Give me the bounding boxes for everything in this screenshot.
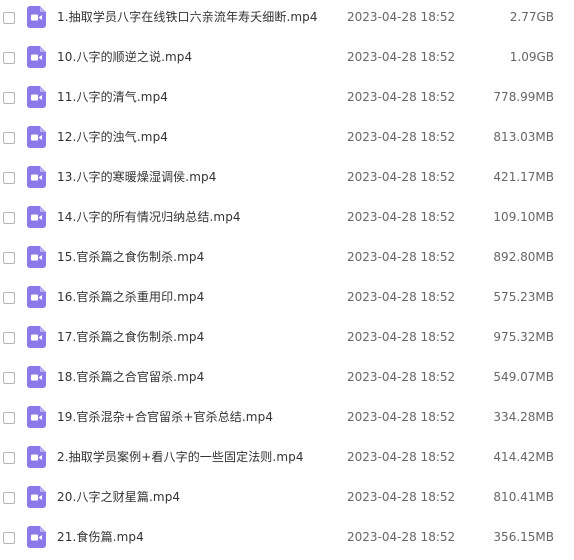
file-row[interactable]: 16.官杀篇之杀重用印.mp4 2023-04-28 18:52 575.23MB [0, 280, 574, 320]
file-size: 975.32MB [493, 330, 554, 344]
file-checkbox[interactable] [3, 172, 15, 184]
file-checkbox[interactable] [3, 412, 15, 424]
file-size: 549.07MB [493, 370, 554, 384]
video-file-icon [27, 126, 46, 148]
file-size: 810.41MB [493, 490, 554, 504]
file-modified-date: 2023-04-28 18:52 [347, 90, 456, 104]
file-checkbox[interactable] [3, 492, 15, 504]
file-row[interactable]: 1.抽取学员八字在线铁口六亲流年寿夭细断.mp4 2023-04-28 18:52… [0, 0, 574, 40]
video-file-icon [27, 46, 46, 68]
video-file-icon [27, 86, 46, 108]
video-file-icon [27, 6, 46, 28]
file-name[interactable]: 12.八字的浊气.mp4 [57, 129, 168, 145]
file-size: 421.17MB [493, 170, 554, 184]
file-checkbox[interactable] [3, 332, 15, 344]
file-size: 2.77GB [509, 10, 554, 24]
video-file-icon [27, 326, 46, 348]
file-modified-date: 2023-04-28 18:52 [347, 210, 456, 224]
file-name[interactable]: 10.八字的顺逆之说.mp4 [57, 49, 192, 65]
file-modified-date: 2023-04-28 18:52 [347, 410, 456, 424]
file-checkbox[interactable] [3, 132, 15, 144]
file-modified-date: 2023-04-28 18:52 [347, 290, 456, 304]
file-list: 1.抽取学员八字在线铁口六亲流年寿夭细断.mp4 2023-04-28 18:52… [0, 0, 574, 554]
file-modified-date: 2023-04-28 18:52 [347, 530, 456, 544]
file-row[interactable]: 11.八字的清气.mp4 2023-04-28 18:52 778.99MB [0, 80, 574, 120]
file-modified-date: 2023-04-28 18:52 [347, 130, 456, 144]
file-row[interactable]: 15.官杀篇之食伤制杀.mp4 2023-04-28 18:52 892.80MB [0, 240, 574, 280]
file-checkbox[interactable] [3, 372, 15, 384]
file-row[interactable]: 12.八字的浊气.mp4 2023-04-28 18:52 813.03MB [0, 120, 574, 160]
video-file-icon [27, 526, 46, 548]
file-name[interactable]: 13.八字的寒暖燥湿调侯.mp4 [57, 169, 216, 185]
file-size: 1.09GB [509, 50, 554, 64]
video-file-icon [27, 446, 46, 468]
video-file-icon [27, 206, 46, 228]
file-name[interactable]: 19.官杀混杂+合官留杀+官杀总结.mp4 [57, 409, 273, 425]
file-checkbox[interactable] [3, 212, 15, 224]
file-name[interactable]: 21.食伤篇.mp4 [57, 529, 144, 545]
file-name[interactable]: 11.八字的清气.mp4 [57, 89, 168, 105]
video-file-icon [27, 486, 46, 508]
file-name[interactable]: 15.官杀篇之食伤制杀.mp4 [57, 249, 204, 265]
file-checkbox[interactable] [3, 532, 15, 544]
video-file-icon [27, 366, 46, 388]
file-name[interactable]: 2.抽取学员案例+看八字的一些固定法则.mp4 [57, 449, 304, 465]
file-modified-date: 2023-04-28 18:52 [347, 490, 456, 504]
file-row[interactable]: 10.八字的顺逆之说.mp4 2023-04-28 18:52 1.09GB [0, 40, 574, 80]
file-row[interactable]: 20.八字之财星篇.mp4 2023-04-28 18:52 810.41MB [0, 480, 574, 520]
file-size: 414.42MB [493, 450, 554, 464]
file-name[interactable]: 20.八字之财星篇.mp4 [57, 489, 180, 505]
file-row[interactable]: 21.食伤篇.mp4 2023-04-28 18:52 356.15MB [0, 520, 574, 560]
file-checkbox[interactable] [3, 92, 15, 104]
file-size: 575.23MB [493, 290, 554, 304]
file-modified-date: 2023-04-28 18:52 [347, 50, 456, 64]
file-checkbox[interactable] [3, 52, 15, 64]
file-row[interactable]: 14.八字的所有情况归纳总结.mp4 2023-04-28 18:52 109.10… [0, 200, 574, 240]
file-modified-date: 2023-04-28 18:52 [347, 450, 456, 464]
file-row[interactable]: 2.抽取学员案例+看八字的一些固定法则.mp4 2023-04-28 18:52 4… [0, 440, 574, 480]
file-name[interactable]: 16.官杀篇之杀重用印.mp4 [57, 289, 204, 305]
file-name[interactable]: 18.官杀篇之合官留杀.mp4 [57, 369, 204, 385]
file-row[interactable]: 19.官杀混杂+合官留杀+官杀总结.mp4 2023-04-28 18:52 334… [0, 400, 574, 440]
file-size: 356.15MB [493, 530, 554, 544]
file-modified-date: 2023-04-28 18:52 [347, 170, 456, 184]
file-name[interactable]: 14.八字的所有情况归纳总结.mp4 [57, 209, 241, 225]
file-checkbox[interactable] [3, 252, 15, 264]
file-size: 813.03MB [493, 130, 554, 144]
file-name[interactable]: 17.官杀篇之食伤制杀.mp4 [57, 329, 204, 345]
file-modified-date: 2023-04-28 18:52 [347, 250, 456, 264]
file-modified-date: 2023-04-28 18:52 [347, 330, 456, 344]
file-checkbox[interactable] [3, 292, 15, 304]
file-modified-date: 2023-04-28 18:52 [347, 370, 456, 384]
video-file-icon [27, 166, 46, 188]
file-modified-date: 2023-04-28 18:52 [347, 10, 456, 24]
file-size: 109.10MB [493, 210, 554, 224]
file-row[interactable]: 18.官杀篇之合官留杀.mp4 2023-04-28 18:52 549.07MB [0, 360, 574, 400]
video-file-icon [27, 246, 46, 268]
file-name[interactable]: 1.抽取学员八字在线铁口六亲流年寿夭细断.mp4 [57, 9, 318, 25]
file-checkbox[interactable] [3, 12, 15, 24]
file-size: 778.99MB [493, 90, 554, 104]
video-file-icon [27, 406, 46, 428]
file-row[interactable]: 13.八字的寒暖燥湿调侯.mp4 2023-04-28 18:52 421.17MB [0, 160, 574, 200]
file-size: 892.80MB [493, 250, 554, 264]
file-checkbox[interactable] [3, 452, 15, 464]
file-row[interactable]: 17.官杀篇之食伤制杀.mp4 2023-04-28 18:52 975.32MB [0, 320, 574, 360]
file-size: 334.28MB [493, 410, 554, 424]
video-file-icon [27, 286, 46, 308]
